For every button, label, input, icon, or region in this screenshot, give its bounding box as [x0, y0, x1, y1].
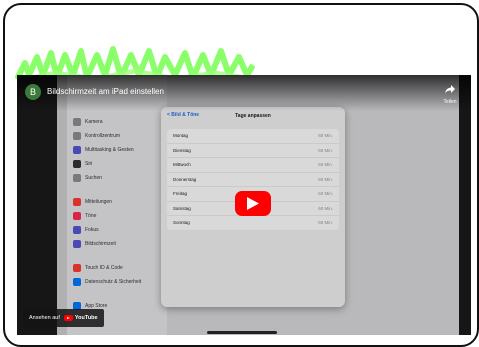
- settings-icon: [73, 174, 81, 182]
- sidebar-item: Siri: [73, 159, 92, 169]
- settings-sidebar: Kamera Kontrollzentrum Multitasking & Ge…: [67, 75, 167, 335]
- play-button[interactable]: [235, 191, 271, 216]
- sidebar-item: Kontrollzentrum: [73, 131, 120, 141]
- settings-icon: [73, 132, 81, 140]
- share-icon: [445, 85, 455, 94]
- ipad-home-indicator: [207, 331, 277, 334]
- settings-icon: [73, 146, 81, 154]
- day-row: Dienstag 60 Min.: [167, 144, 339, 158]
- sidebar-item: Datenschutz & Sicherheit: [73, 277, 141, 287]
- day-row: Donnerstag 60 Min.: [167, 173, 339, 187]
- sidebar-item: Multitasking & Gesten: [73, 145, 134, 155]
- sidebar-item: Suchen: [73, 173, 102, 183]
- sidebar-item: Mitteilungen: [73, 197, 112, 207]
- sidebar-item: Fokus: [73, 225, 99, 235]
- youtube-wordmark: YouTube: [74, 315, 98, 321]
- share-label: Teilen: [443, 99, 457, 105]
- watch-on-label: Ansehen auf: [29, 315, 60, 321]
- sidebar-item: Touch ID & Code: [73, 263, 123, 273]
- day-row: Mittwoch 60 Min.: [167, 158, 339, 173]
- sidebar-item: Bildschirmzeit: [73, 239, 116, 249]
- day-row: Montag 60 Min.: [167, 129, 339, 144]
- sidebar-item: Töne: [73, 211, 96, 221]
- modal-title: Tage anpassen: [235, 113, 271, 119]
- sidebar-item: Kamera: [73, 117, 103, 127]
- video-top-bar: B Bildschirmzeit am iPad einstellen Teil…: [17, 75, 471, 111]
- video-title[interactable]: Bildschirmzeit am iPad einstellen: [47, 87, 164, 96]
- day-row: Sonntag 60 Min.: [173, 220, 333, 226]
- video-player[interactable]: Kamera Kontrollzentrum Multitasking & Ge…: [17, 75, 471, 335]
- settings-icon: [73, 240, 81, 248]
- watch-on-youtube-button[interactable]: Ansehen auf YouTube: [23, 309, 104, 327]
- youtube-play-icon: [63, 315, 73, 321]
- settings-icon: [73, 278, 81, 286]
- settings-icon: [73, 212, 81, 220]
- youtube-logo: YouTube: [63, 315, 98, 321]
- channel-avatar[interactable]: B: [25, 84, 41, 100]
- settings-icon: [73, 226, 81, 234]
- settings-icon: [73, 160, 81, 168]
- embed-card: Kamera Kontrollzentrum Multitasking & Ge…: [3, 3, 479, 347]
- settings-icon: [73, 198, 81, 206]
- share-button[interactable]: Teilen: [437, 81, 463, 105]
- play-icon: [247, 197, 259, 210]
- settings-icon: [73, 264, 81, 272]
- modal-back-link: < Bild & Töne: [167, 112, 200, 118]
- settings-icon: [73, 118, 81, 126]
